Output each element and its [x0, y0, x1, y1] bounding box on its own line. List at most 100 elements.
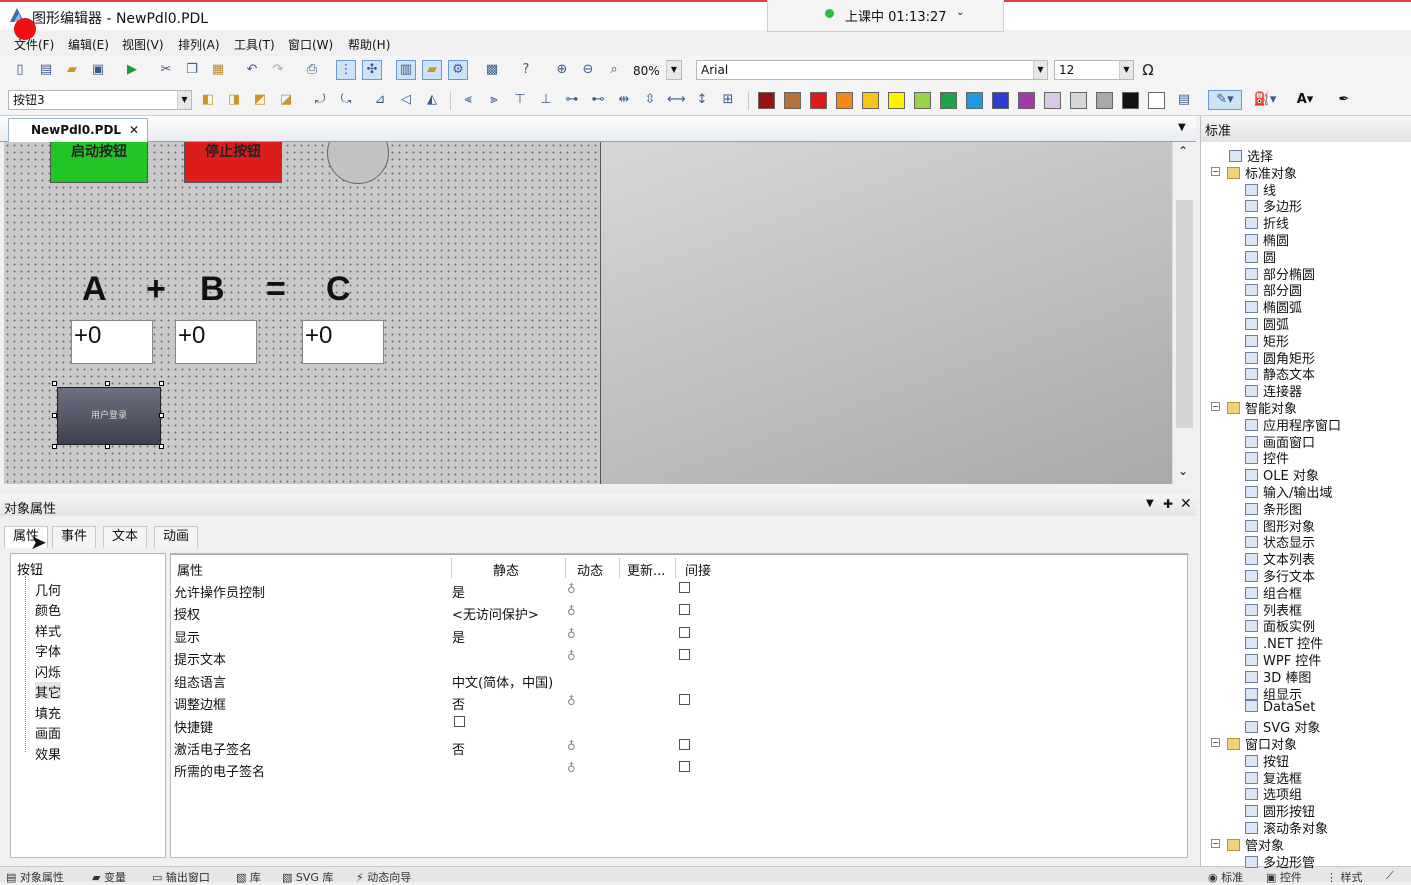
flip-vertical-icon[interactable]: ◁: [396, 90, 416, 110]
flip-horizontal-icon[interactable]: ⊿: [370, 90, 390, 110]
io-field-b[interactable]: +0: [175, 320, 257, 364]
redo-icon[interactable]: ↷: [268, 60, 288, 80]
tree-item[interactable]: 3D 棒图: [1245, 667, 1311, 686]
color-swatch[interactable]: [1044, 92, 1061, 109]
zoom-fit-icon[interactable]: ⌕: [604, 60, 624, 80]
tree-item[interactable]: 几何: [35, 580, 61, 599]
color-swatch[interactable]: [940, 92, 957, 109]
rotate-shape-icon[interactable]: ◭: [422, 90, 442, 110]
start-button[interactable]: 启动按钮: [50, 142, 148, 183]
align-top-icon[interactable]: ⊤: [510, 90, 530, 110]
screen-config-icon[interactable]: ▩: [482, 60, 502, 80]
lightbulb-icon[interactable]: ♁: [567, 761, 576, 775]
tree-group-smart[interactable]: 智能对象: [1227, 398, 1297, 417]
menu-tools[interactable]: 工具(T): [234, 36, 275, 53]
tab-text[interactable]: 文本: [103, 526, 148, 548]
table-row[interactable]: 提示文本 ♁: [171, 646, 1189, 668]
tree-group-window[interactable]: 窗口对象: [1227, 734, 1297, 753]
color-swatch[interactable]: [758, 92, 775, 109]
col-header-static[interactable]: 静态: [493, 560, 519, 579]
tree-item[interactable]: 组显示: [1245, 684, 1302, 703]
forward-icon[interactable]: ◩: [250, 90, 270, 110]
resize-handle[interactable]: [105, 444, 110, 449]
col-header-property[interactable]: 属性: [177, 560, 203, 579]
prop-static[interactable]: <无访问保护>: [452, 604, 539, 623]
canvas-vertical-scrollbar[interactable]: ⌃ ⌄: [1172, 142, 1196, 484]
prop-static[interactable]: 中文(简体，中国): [452, 672, 553, 691]
panel-menu-icon[interactable]: ▼: [1146, 498, 1154, 509]
table-row[interactable]: 激活电子签名 否 ♁: [171, 736, 1189, 758]
stop-button[interactable]: 停止按钮: [184, 142, 282, 183]
tree-item[interactable]: 静态文本: [1245, 364, 1315, 383]
cut-icon[interactable]: ✂: [156, 60, 176, 80]
tree-item[interactable]: 样式: [35, 621, 61, 640]
new-template-icon[interactable]: ▤: [36, 60, 56, 80]
bottom-tab-dynamic-wizard[interactable]: ⚡ 动态向导: [356, 869, 411, 885]
open-folder-icon[interactable]: ▰: [62, 60, 82, 80]
indicator-circle[interactable]: [327, 142, 389, 184]
resize-handle[interactable]: [159, 444, 164, 449]
col-header-indirect[interactable]: 间接: [685, 560, 711, 579]
resize-handle[interactable]: [52, 381, 57, 386]
object-selector[interactable]: 按钮3 ▼: [8, 90, 192, 110]
rtab-styles[interactable]: ⋮ 样式: [1326, 869, 1363, 885]
indirect-checkbox[interactable]: [679, 761, 690, 772]
lightbulb-icon[interactable]: ♁: [567, 694, 576, 708]
tree-item[interactable]: 列表框: [1245, 600, 1302, 619]
indirect-checkbox[interactable]: [679, 694, 690, 705]
tree-item[interactable]: 折线: [1245, 213, 1289, 232]
font-color-icon[interactable]: A▾: [1288, 90, 1322, 110]
tree-item[interactable]: 滚动条对象: [1245, 818, 1328, 837]
rtab-more-icon[interactable]: ⟋: [1386, 869, 1394, 883]
tree-item[interactable]: 按钮: [1245, 751, 1289, 770]
align-bottom-icon[interactable]: ⊥: [536, 90, 556, 110]
tree-item[interactable]: 应用程序窗口: [1245, 415, 1341, 434]
line-color-icon[interactable]: ✎▾: [1208, 90, 1242, 110]
color-swatch[interactable]: [836, 92, 853, 109]
lightbulb-icon[interactable]: ♁: [567, 604, 576, 618]
prop-static[interactable]: 是: [452, 582, 465, 601]
tree-group-pipe[interactable]: 管对象: [1227, 835, 1284, 854]
lightbulb-icon[interactable]: ♁: [567, 739, 576, 753]
center-horizontal-icon[interactable]: ⊶: [562, 90, 582, 110]
save-icon[interactable]: ▣: [88, 60, 108, 80]
tree-item[interactable]: 部分椭圆: [1245, 264, 1315, 283]
tree-item[interactable]: 多行文本: [1245, 566, 1315, 585]
menu-file[interactable]: 文件(F): [14, 36, 54, 53]
tree-item[interactable]: 圆形按钮: [1245, 801, 1315, 820]
col-header-update[interactable]: 更新...: [627, 560, 665, 579]
run-icon[interactable]: ▶: [122, 60, 142, 80]
bring-front-icon[interactable]: ◧: [198, 90, 218, 110]
class-timer-badge[interactable]: 上课中 01:13:27 ⌄: [767, 0, 1004, 32]
color-swatch[interactable]: [810, 92, 827, 109]
tree-item[interactable]: 字体: [35, 641, 61, 660]
io-field-c[interactable]: +0: [302, 320, 384, 364]
tree-item-selected[interactable]: 其它: [35, 682, 62, 701]
paste-icon[interactable]: ▦: [208, 60, 228, 80]
align-left-icon[interactable]: ⫷: [458, 90, 478, 110]
rotate-icon[interactable]: ⤾: [310, 90, 330, 110]
collapse-toggle-icon[interactable]: −: [1211, 402, 1220, 411]
col-header-dynamic[interactable]: 动态: [577, 560, 603, 579]
menu-view[interactable]: 视图(V): [122, 36, 164, 53]
tree-item[interactable]: 圆: [1245, 247, 1276, 266]
tree-item[interactable]: 控件: [1245, 448, 1289, 467]
layer-panel-icon[interactable]: ▥: [396, 60, 416, 80]
tree-item[interactable]: 椭圆: [1245, 230, 1289, 249]
color-swatch[interactable]: [1070, 92, 1087, 109]
font-family-select[interactable]: Arial ▼: [696, 60, 1048, 80]
resize-handle[interactable]: [159, 381, 164, 386]
prop-static[interactable]: 否: [452, 694, 465, 713]
library-icon[interactable]: ▰: [422, 60, 442, 80]
tree-item[interactable]: 效果: [35, 744, 61, 763]
distribute-vertical-icon[interactable]: ⇳: [640, 90, 660, 110]
center-vertical-icon[interactable]: ⊷: [588, 90, 608, 110]
same-size-icon[interactable]: ⊞: [718, 90, 738, 110]
tree-group-standard[interactable]: 标准对象: [1227, 163, 1297, 182]
menu-help[interactable]: 帮助(H): [348, 36, 390, 53]
tree-item[interactable]: 复选框: [1245, 768, 1302, 787]
bottom-tab-output[interactable]: ▭ 输出窗口: [152, 869, 210, 885]
zoom-level[interactable]: 80%: [633, 64, 660, 78]
same-width-icon[interactable]: ⟷: [666, 90, 686, 110]
tree-item[interactable]: WPF 控件: [1245, 650, 1321, 669]
